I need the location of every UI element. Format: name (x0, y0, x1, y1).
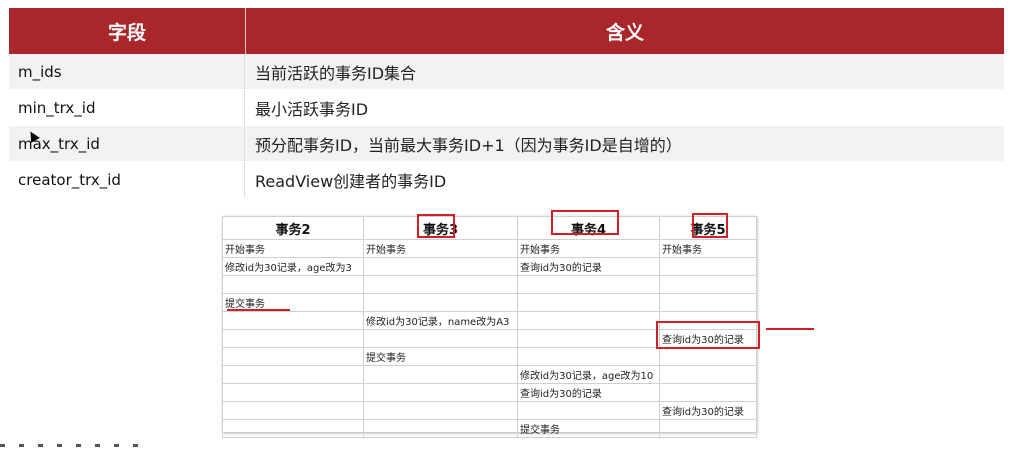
sheet-cell[interactable] (659, 419, 757, 438)
sheet-cell[interactable] (222, 275, 364, 294)
sheet-row: 开始事务 开始事务 开始事务 开始事务 (222, 239, 757, 258)
sheet-row: 提交事务 (222, 293, 757, 312)
field-meaning: 预分配事务ID，当前最大事务ID+1（因为事务ID是自增的） (255, 135, 682, 155)
annotation-box-txn5 (692, 213, 728, 238)
sheet-cell[interactable] (363, 329, 518, 348)
sheet-row: 提交事务 (222, 419, 757, 438)
sheet-cell[interactable] (363, 257, 518, 276)
header-meaning: 含义 (605, 21, 644, 44)
sheet-cell[interactable] (659, 383, 757, 402)
sheet-cell[interactable] (222, 347, 364, 366)
sheet-cell[interactable] (659, 257, 757, 276)
sheet-header-row: 事务2 事务3 事务4 事务5 (222, 216, 757, 240)
sheet-cell[interactable]: 查询id为30的记录 (517, 257, 660, 276)
sheet-cell[interactable]: 提交事务 (363, 347, 518, 366)
sheet-row: 查询id为30的记录 (222, 383, 757, 402)
sheet-cell[interactable]: 修改id为30记录，name改为A3 (363, 311, 518, 330)
sheet-cell[interactable]: 提交事务 (517, 419, 660, 438)
annotation-underline-commit (227, 309, 290, 311)
sheet-cell[interactable] (222, 383, 364, 402)
sheet-row: 修改id为30记录，age改为3 查询id为30的记录 (222, 257, 757, 276)
field-meaning: 最小活跃事务ID (255, 99, 369, 119)
field-row: max_trx_id 预分配事务ID，当前最大事务ID+1（因为事务ID是自增的… (9, 126, 1004, 162)
field-row: m_ids 当前活跃的事务ID集合 (9, 54, 1004, 90)
sheet-cell[interactable] (363, 275, 518, 294)
field-name: creator_trx_id (9, 162, 245, 197)
field-name: min_trx_id (9, 90, 245, 125)
sheet-cell[interactable]: 开始事务 (363, 239, 518, 258)
sheet-cell[interactable] (517, 311, 660, 330)
sheet-cell[interactable]: 开始事务 (222, 239, 364, 258)
field-row: min_trx_id 最小活跃事务ID (9, 90, 1004, 126)
sheet-cell[interactable]: 修改id为30记录，age改为10 (517, 365, 660, 384)
field-table: 字段 含义 m_ids 当前活跃的事务ID集合 min_trx_id 最小活跃事… (9, 8, 1004, 198)
field-name: max_trx_id (9, 126, 245, 161)
sheet-cell[interactable] (659, 293, 757, 312)
sheet-cell[interactable] (222, 311, 364, 330)
sheet-cell[interactable]: 查询id为30的记录 (659, 401, 757, 420)
field-table-header: 字段 含义 (9, 8, 1004, 54)
sheet-cell[interactable] (222, 329, 364, 348)
field-meaning: 当前活跃的事务ID集合 (255, 63, 417, 83)
annotation-box-query (656, 321, 760, 349)
sheet-cell[interactable] (222, 419, 364, 438)
sheet-cell[interactable] (659, 365, 757, 384)
sheet-cell[interactable] (222, 401, 364, 420)
sheet-cell[interactable] (363, 401, 518, 420)
sheet-cell[interactable] (517, 401, 660, 420)
sheet-header-cell[interactable]: 事务2 (222, 216, 364, 240)
field-meaning: ReadView创建者的事务ID (255, 171, 447, 191)
sheet-cell[interactable] (363, 419, 518, 438)
sheet-cell[interactable] (659, 347, 757, 366)
sheet-cell[interactable] (659, 275, 757, 294)
sheet-cell[interactable] (517, 347, 660, 366)
sheet-cell[interactable] (222, 365, 364, 384)
sheet-cell[interactable]: 查询id为30的记录 (517, 383, 660, 402)
sheet-cell[interactable] (363, 383, 518, 402)
sheet-cell[interactable] (517, 329, 660, 348)
annotation-marker-line (766, 328, 814, 330)
field-name: m_ids (9, 54, 245, 89)
annotation-box-txn3 (417, 214, 455, 238)
sheet-row (222, 275, 757, 294)
sheet-cell[interactable] (363, 293, 518, 312)
sheet-cell[interactable] (517, 293, 660, 312)
sheet-cell[interactable]: 开始事务 (659, 239, 757, 258)
sheet-cell[interactable] (363, 365, 518, 384)
sheet-cell[interactable]: 开始事务 (517, 239, 660, 258)
sheet-cell[interactable] (517, 275, 660, 294)
annotation-box-txn4 (551, 210, 619, 235)
bottom-dots (0, 432, 160, 447)
header-field: 字段 (9, 8, 246, 54)
sheet-row: 修改id为30记录，age改为10 (222, 365, 757, 384)
field-row: creator_trx_id ReadView创建者的事务ID (9, 162, 1004, 198)
sheet-cell[interactable]: 修改id为30记录，age改为3 (222, 257, 364, 276)
sheet-row: 提交事务 (222, 347, 757, 366)
sheet-row: 查询id为30的记录 (222, 401, 757, 420)
